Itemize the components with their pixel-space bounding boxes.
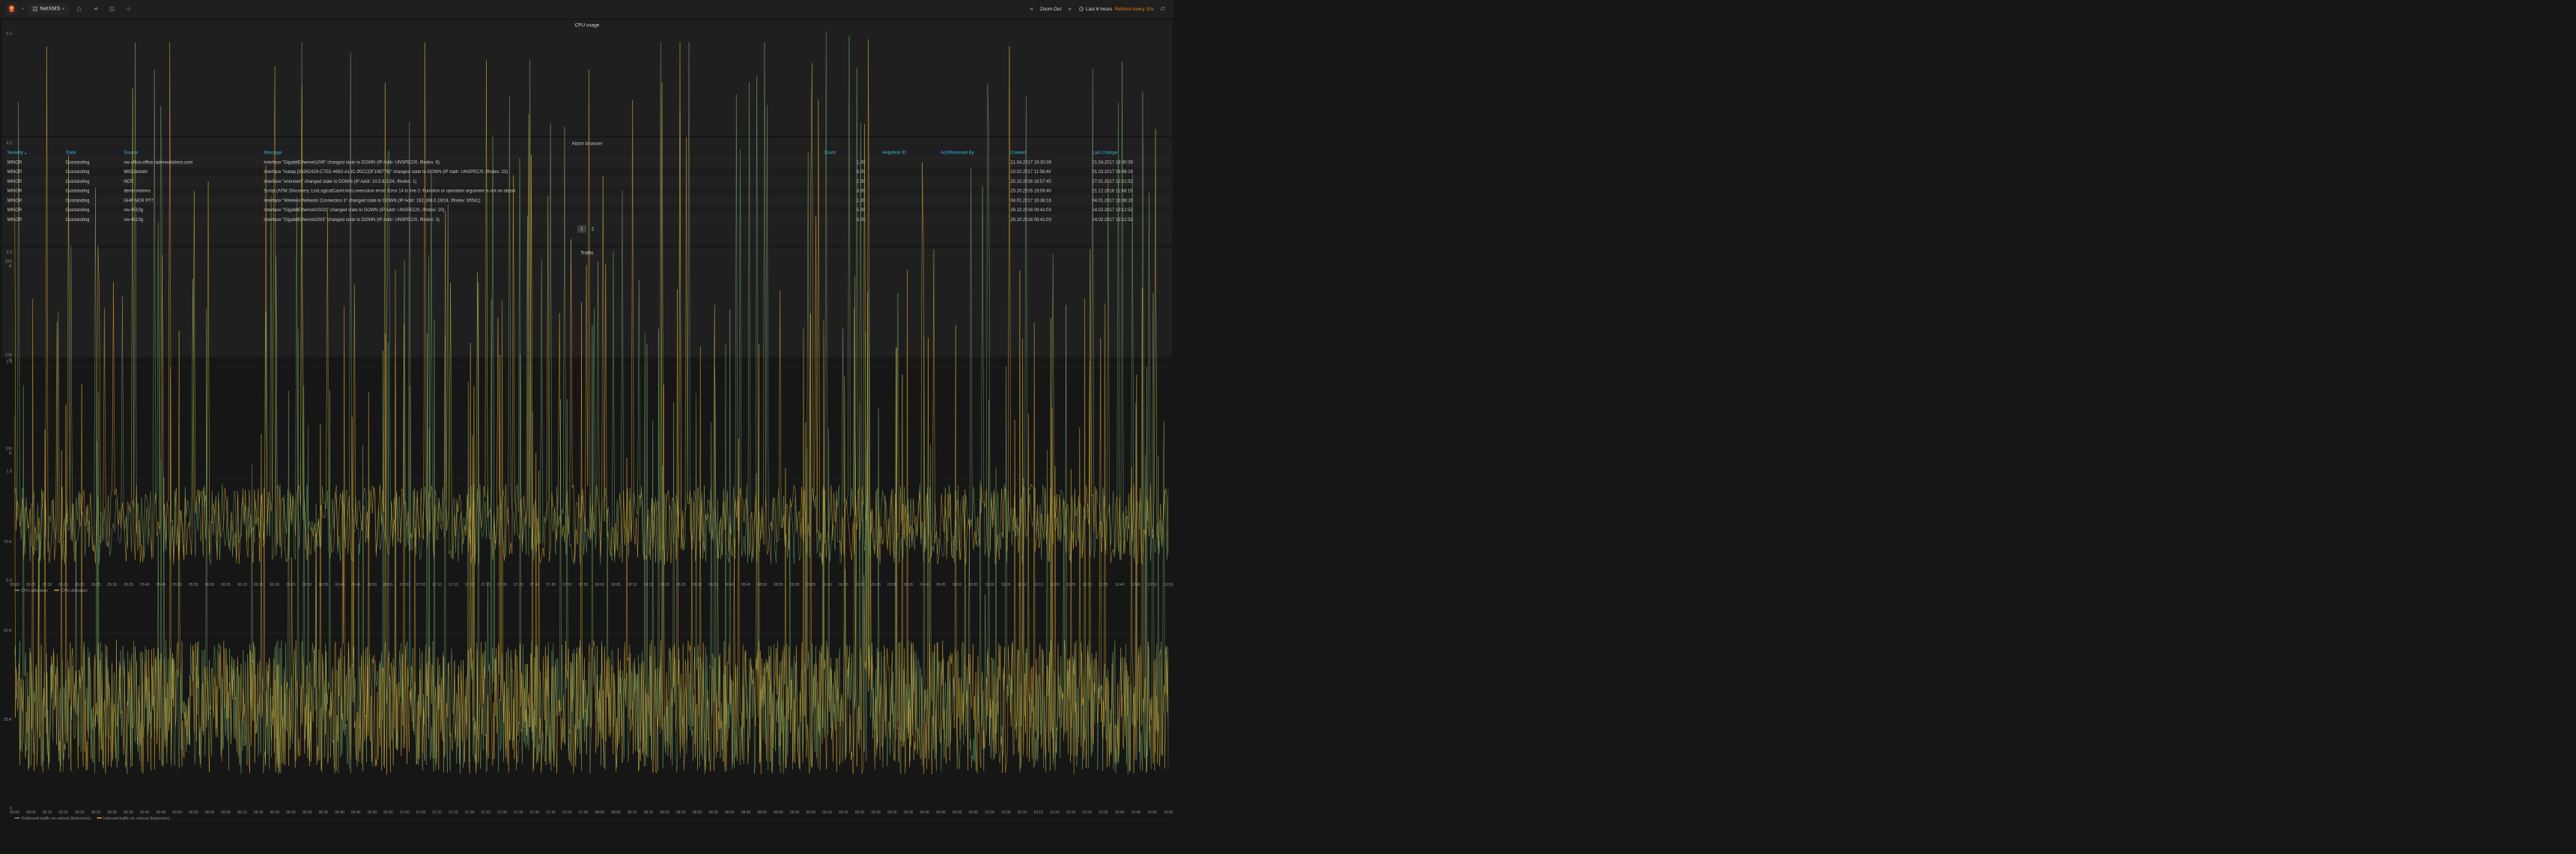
star-button[interactable] — [73, 2, 85, 14]
settings-button[interactable] — [122, 2, 134, 14]
save-icon — [109, 6, 115, 11]
legend-item[interactable]: Outbound traffic on untrust (bytes/sec) — [15, 816, 91, 820]
share-button[interactable] — [89, 2, 101, 14]
traffic-legend: Outbound traffic on untrust (bytes/sec) … — [15, 815, 170, 820]
panel-cpu-usage: CPU usage 5.04.03.02.01.00.0 05:0005:050… — [2, 19, 1172, 136]
grafana-logo[interactable] — [5, 2, 17, 14]
time-controls: ◀ Zoom Out ▶ Last 6 hours Refresh every … — [1025, 2, 1169, 14]
dashboard-name: NetXMS — [40, 6, 60, 12]
dashboard-picker[interactable]: NetXMS ▾ — [28, 3, 69, 14]
chevron-right-icon: ▶ — [1069, 6, 1072, 10]
legend-item[interactable]: Inbound traffic on untrust (bytes/sec) — [97, 816, 169, 820]
zoom-out-button[interactable]: Zoom Out — [1040, 6, 1061, 11]
refresh-button[interactable] — [1156, 2, 1168, 14]
traffic-chart[interactable]: 150 K125 K100 K75 K50 K25 K0 05:0005:050… — [2, 258, 1172, 821]
panel-traffic: Traffic 150 K125 K100 K75 K50 K25 K0 05:… — [2, 247, 1172, 357]
time-range-picker[interactable]: Last 6 hours — [1079, 6, 1112, 11]
caret-down-icon: ▾ — [62, 7, 64, 10]
traffic-x-axis: 05:0005:0505:1005:1505:2005:2505:3005:35… — [15, 811, 1169, 815]
chevron-left-icon: ◀ — [1030, 6, 1033, 10]
traffic-canvas — [15, 258, 1169, 819]
refresh-icon — [1160, 6, 1165, 11]
caret-down-icon: ▾ — [22, 7, 23, 10]
share-icon — [93, 6, 98, 11]
clock-icon — [1079, 6, 1084, 10]
panel-title[interactable]: CPU usage — [2, 20, 1172, 30]
gear-icon — [126, 6, 131, 11]
time-back-button[interactable]: ◀ — [1025, 2, 1037, 14]
top-navbar: ▾ NetXMS ▾ ◀ Zoom Out ▶ Last 6 hours R — [0, 0, 1174, 18]
dashboard-icon — [32, 6, 37, 11]
star-icon — [76, 6, 82, 11]
refresh-picker[interactable]: Refresh every 10s — [1115, 6, 1154, 11]
time-forward-button[interactable]: ▶ — [1064, 2, 1076, 14]
traffic-y-axis: 150 K125 K100 K75 K50 K25 K0 — [2, 258, 13, 810]
save-button[interactable] — [106, 2, 118, 14]
